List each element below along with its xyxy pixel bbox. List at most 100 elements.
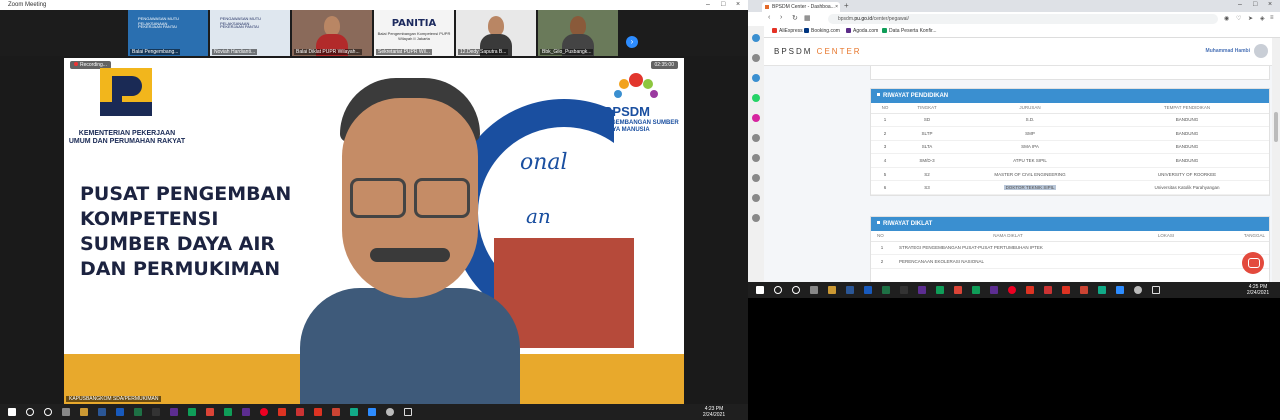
send-icon[interactable] — [752, 154, 760, 162]
participant-thumbnail[interactable]: Balai Diklat PUPR Wilayah... — [292, 10, 372, 56]
file-explorer-icon[interactable] — [80, 408, 88, 416]
maximize-icon[interactable]: □ — [721, 0, 725, 10]
search-icon[interactable] — [26, 408, 34, 416]
task-view-icon[interactable] — [810, 286, 818, 294]
scrollbar[interactable] — [1272, 38, 1280, 282]
bookmark-data-peserta[interactable]: Data Peserta Konfir... — [882, 28, 937, 34]
participant-thumbnail[interactable]: Bbk_Gilo_Pusbangk... — [538, 10, 618, 56]
extensions-icon[interactable] — [752, 214, 760, 222]
browser-tab[interactable]: BPSDM Center - Dashboa... × — [762, 2, 840, 12]
headline-line: KOMPETENSI — [80, 208, 219, 230]
app-icon[interactable] — [332, 408, 340, 416]
bookmark-booking[interactable]: Booking.com — [804, 28, 840, 34]
avatar[interactable] — [1254, 44, 1268, 58]
edge-icon[interactable] — [1098, 286, 1106, 294]
back-icon[interactable]: ‹ — [768, 14, 770, 21]
maximize-icon[interactable]: □ — [1253, 1, 1257, 8]
forward-icon[interactable]: › — [780, 14, 782, 21]
menu-icon[interactable]: ≡ — [1270, 15, 1274, 21]
app-icon[interactable] — [224, 408, 232, 416]
camera-icon[interactable]: ◉ — [1224, 15, 1229, 22]
opera-icon[interactable] — [260, 408, 268, 416]
edge-icon[interactable] — [350, 408, 358, 416]
messenger-icon[interactable] — [752, 74, 760, 82]
extensions-icon[interactable]: ◈ — [1260, 15, 1265, 22]
windows-start-icon[interactable] — [8, 408, 16, 416]
app-icon[interactable] — [990, 286, 998, 294]
system-clock[interactable]: 4:23 PM 2/24/2021 — [700, 406, 728, 418]
chrome-icon[interactable] — [954, 286, 962, 294]
cortana-icon[interactable] — [792, 286, 800, 294]
app-icon[interactable] — [296, 408, 304, 416]
reload-icon[interactable]: ↻ — [792, 14, 798, 22]
chrome-icon[interactable] — [206, 408, 214, 416]
acrobat-icon[interactable] — [278, 408, 286, 416]
word-icon[interactable] — [864, 286, 872, 294]
premiere-icon[interactable] — [918, 286, 926, 294]
heart-icon[interactable]: ♡ — [1236, 15, 1241, 22]
windows-start-icon[interactable] — [756, 286, 764, 294]
send-icon[interactable]: ➤ — [1248, 15, 1253, 22]
table-cell: BANDUNG — [1105, 126, 1269, 141]
app-icon[interactable] — [972, 286, 980, 294]
address-bar[interactable]: bpsdm.pu.go.id/center/pegawai/ — [828, 14, 1218, 24]
tabs-grid-icon[interactable]: ▦ — [804, 14, 811, 22]
player-icon[interactable] — [752, 134, 760, 142]
task-view-icon[interactable] — [62, 408, 70, 416]
clock-date: 2/24/2021 — [702, 412, 726, 418]
app-icon[interactable] — [242, 408, 250, 416]
app-icon[interactable] — [1044, 286, 1052, 294]
app-icon[interactable] — [188, 408, 196, 416]
settings-icon[interactable] — [1134, 286, 1142, 294]
search-icon[interactable] — [774, 286, 782, 294]
heart-icon[interactable] — [752, 174, 760, 182]
close-icon[interactable]: × — [1268, 1, 1272, 8]
scrollbar-thumb[interactable] — [1274, 112, 1278, 142]
zoom-icon[interactable] — [1116, 286, 1124, 294]
participant-thumbnail[interactable]: 12.Dedy Saputra B... — [456, 10, 536, 56]
app-icon[interactable] — [152, 408, 160, 416]
instagram-icon[interactable] — [752, 114, 760, 122]
settings-icon[interactable] — [386, 408, 394, 416]
app-icon[interactable] — [846, 286, 854, 294]
app-icon[interactable] — [98, 408, 106, 416]
chat-icon[interactable] — [1242, 252, 1264, 274]
app-icon[interactable] — [1080, 286, 1088, 294]
minimize-icon[interactable]: – — [706, 0, 710, 10]
messenger-icon[interactable] — [752, 34, 760, 42]
zoom-icon[interactable] — [368, 408, 376, 416]
app-icon[interactable] — [936, 286, 944, 294]
app-icon[interactable] — [1152, 286, 1160, 294]
opera-icon[interactable] — [1008, 286, 1016, 294]
excel-icon[interactable] — [882, 286, 890, 294]
table-cell: 2 — [871, 254, 893, 269]
cortana-icon[interactable] — [44, 408, 52, 416]
system-clock[interactable]: 4:25 PM 2/24/2021 — [1244, 284, 1272, 296]
word-icon[interactable] — [116, 408, 124, 416]
app-icon[interactable] — [314, 408, 322, 416]
user-name[interactable]: Muhammad Hambi — [1206, 48, 1250, 54]
app-icon[interactable] — [900, 286, 908, 294]
whatsapp-icon[interactable] — [752, 94, 760, 102]
site-logo[interactable]: BPSDM CENTER — [774, 47, 862, 56]
taskbar-right: 4:25 PM 2/24/2021 — [748, 282, 1280, 298]
participant-thumbnail[interactable]: PENGAWASAN MUTU PELAKSANAAN PEKERJAAN PA… — [128, 10, 208, 56]
app-icon[interactable] — [1062, 286, 1070, 294]
close-tab-icon[interactable]: × — [835, 2, 838, 12]
excel-icon[interactable] — [134, 408, 142, 416]
premiere-icon[interactable] — [170, 408, 178, 416]
new-tab-button[interactable]: + — [844, 1, 849, 10]
app-icon[interactable] — [404, 408, 412, 416]
next-page-button[interactable]: › — [626, 36, 638, 48]
acrobat-icon[interactable] — [1026, 286, 1034, 294]
file-explorer-icon[interactable] — [828, 286, 836, 294]
home-icon[interactable] — [752, 54, 760, 62]
table-cell: BANDUNG — [1105, 113, 1269, 128]
participant-thumbnail[interactable]: PENGAWASAN MUTU PELAKSANAAN PEKERJAAN PA… — [210, 10, 290, 56]
bookmark-aliexpress[interactable]: AliExpress — [772, 28, 803, 34]
history-icon[interactable] — [752, 194, 760, 202]
close-icon[interactable]: × — [736, 0, 740, 10]
bookmark-agoda[interactable]: Agoda.com — [846, 28, 878, 34]
participant-thumbnail[interactable]: PANITIA Balai Pengembangan Kompetensi PU… — [374, 10, 454, 56]
minimize-icon[interactable]: – — [1238, 1, 1242, 8]
